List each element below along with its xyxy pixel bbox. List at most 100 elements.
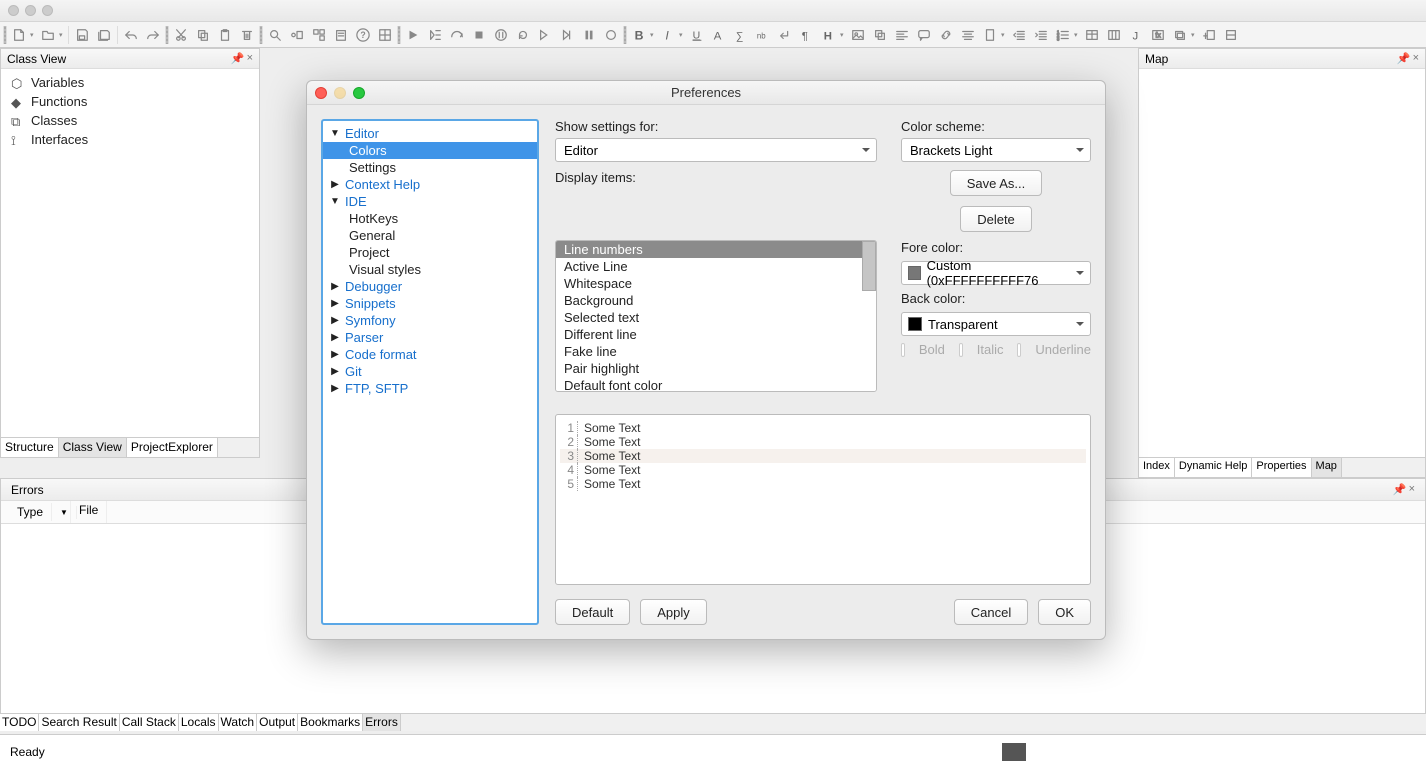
default-button[interactable]: Default xyxy=(555,599,630,625)
tree-item-editor[interactable]: ▼Editor xyxy=(323,125,537,142)
open-folder-icon[interactable] xyxy=(37,24,59,46)
link-icon[interactable] xyxy=(935,24,957,46)
bold-checkbox[interactable] xyxy=(901,343,905,357)
list-item[interactable]: Fake line xyxy=(556,343,876,360)
clipboard-manager-icon[interactable] xyxy=(330,24,352,46)
save-all-icon[interactable] xyxy=(93,24,115,46)
search-icon[interactable] xyxy=(264,24,286,46)
table-icon[interactable] xyxy=(1081,24,1103,46)
class-view-item[interactable]: ⬡Variables xyxy=(7,73,253,92)
page-icon[interactable] xyxy=(979,24,1001,46)
tab-search-result[interactable]: Search Result xyxy=(39,714,119,731)
list-item[interactable]: Default font color xyxy=(556,377,876,392)
tab-bookmarks[interactable]: Bookmarks xyxy=(298,714,363,731)
list-item[interactable]: Pair highlight xyxy=(556,360,876,377)
toolbar-grip-icon[interactable] xyxy=(397,26,401,44)
close-icon[interactable]: × xyxy=(247,52,253,65)
chevron-right-icon[interactable]: ▶ xyxy=(329,281,341,293)
toolbar-grip-icon[interactable] xyxy=(259,26,263,44)
heading-dropdown-icon[interactable]: ▾ xyxy=(840,31,847,39)
insert-column-icon[interactable] xyxy=(1198,24,1220,46)
step-out-icon[interactable] xyxy=(556,24,578,46)
nbsp-icon[interactable]: nb xyxy=(752,24,774,46)
apply-button[interactable]: Apply xyxy=(640,599,707,625)
color-scheme-select[interactable]: Brackets Light xyxy=(901,138,1091,162)
traffic-minimize-icon[interactable] xyxy=(25,5,36,16)
pin-icon[interactable]: 📌 xyxy=(1393,483,1407,496)
tree-item-code-format[interactable]: ▶Code format xyxy=(323,346,537,363)
list-item[interactable]: Different line xyxy=(556,326,876,343)
insert-row-icon[interactable] xyxy=(1220,24,1242,46)
save-icon[interactable] xyxy=(71,24,93,46)
tree-item-visual-styles[interactable]: Visual styles xyxy=(323,261,537,278)
pause-profile-icon[interactable] xyxy=(490,24,512,46)
class-view-item[interactable]: ⟟Interfaces xyxy=(7,130,253,149)
pause-icon[interactable] xyxy=(578,24,600,46)
increase-indent-icon[interactable] xyxy=(1030,24,1052,46)
class-view-item[interactable]: ⧉Classes xyxy=(7,111,253,130)
tab-project-explorer[interactable]: ProjectExplorer xyxy=(127,438,218,457)
tab-map[interactable]: Map xyxy=(1312,458,1342,477)
show-settings-select[interactable]: Editor xyxy=(555,138,877,162)
tab-watch[interactable]: Watch xyxy=(219,714,258,731)
tab-output[interactable]: Output xyxy=(257,714,298,731)
close-icon[interactable]: × xyxy=(1409,483,1415,496)
chevron-right-icon[interactable]: ▶ xyxy=(329,332,341,344)
list-item[interactable]: Line numbers xyxy=(556,241,876,258)
bold-icon[interactable]: B xyxy=(628,24,650,46)
tab-structure[interactable]: Structure xyxy=(1,438,59,457)
heading-icon[interactable]: H xyxy=(818,24,840,46)
bold-dropdown-icon[interactable]: ▾ xyxy=(650,31,657,39)
italic-dropdown-icon[interactable]: ▾ xyxy=(679,31,686,39)
close-icon[interactable] xyxy=(315,87,327,99)
tab-properties[interactable]: Properties xyxy=(1252,458,1311,477)
tree-item-git[interactable]: ▶Git xyxy=(323,363,537,380)
list-item[interactable]: Whitespace xyxy=(556,275,876,292)
list-item[interactable]: Active Line xyxy=(556,258,876,275)
align-center-icon[interactable] xyxy=(957,24,979,46)
tab-call-stack[interactable]: Call Stack xyxy=(120,714,179,731)
align-left-icon[interactable] xyxy=(891,24,913,46)
restart-icon[interactable] xyxy=(512,24,534,46)
close-icon[interactable]: × xyxy=(1413,52,1419,65)
tab-class-view[interactable]: Class View xyxy=(59,438,127,457)
class-browser-icon[interactable] xyxy=(308,24,330,46)
tree-item-snippets[interactable]: ▶Snippets xyxy=(323,295,537,312)
tree-item-ide[interactable]: ▼IDE xyxy=(323,193,537,210)
column-file[interactable]: File xyxy=(71,501,107,523)
tab-dynamic-help[interactable]: Dynamic Help xyxy=(1175,458,1252,477)
tree-item-debugger[interactable]: ▶Debugger xyxy=(323,278,537,295)
tree-item-parser[interactable]: ▶Parser xyxy=(323,329,537,346)
numbered-list-icon[interactable]: 123 xyxy=(1052,24,1074,46)
zoom-icon[interactable] xyxy=(353,87,365,99)
class-view-item[interactable]: ◆Functions xyxy=(7,92,253,111)
save-as-button[interactable]: Save As... xyxy=(950,170,1043,196)
cancel-button[interactable]: Cancel xyxy=(954,599,1028,625)
paste-icon[interactable] xyxy=(214,24,236,46)
run-icon[interactable] xyxy=(402,24,424,46)
pin-icon[interactable]: 📌 xyxy=(231,52,245,65)
delete-icon[interactable] xyxy=(236,24,258,46)
tree-item-colors[interactable]: Colors xyxy=(323,142,537,159)
list-item[interactable]: Background xyxy=(556,292,876,309)
new-file-dropdown-icon[interactable]: ▾ xyxy=(30,31,37,39)
tree-item-settings[interactable]: Settings xyxy=(323,159,537,176)
tree-item-general[interactable]: General xyxy=(323,227,537,244)
chevron-right-icon[interactable]: ▶ xyxy=(329,349,341,361)
toolbar-grip-icon[interactable] xyxy=(3,26,7,44)
stacked-dropdown-icon[interactable]: ▾ xyxy=(1191,31,1198,39)
column-type[interactable]: Type▼ xyxy=(1,501,71,523)
copy-icon[interactable] xyxy=(192,24,214,46)
delete-button[interactable]: Delete xyxy=(960,206,1032,232)
chevron-down-icon[interactable]: ▼ xyxy=(329,128,341,140)
tab-todo[interactable]: TODO xyxy=(0,714,39,731)
list-dropdown-icon[interactable]: ▾ xyxy=(1074,31,1081,39)
breakpoint-list-icon[interactable] xyxy=(286,24,308,46)
italic-checkbox[interactable] xyxy=(959,343,963,357)
chevron-right-icon[interactable]: ▶ xyxy=(329,366,341,378)
chevron-right-icon[interactable]: ▶ xyxy=(329,298,341,310)
step-into-icon[interactable] xyxy=(534,24,556,46)
traffic-close-icon[interactable] xyxy=(8,5,19,16)
debug-icon[interactable] xyxy=(424,24,446,46)
ok-button[interactable]: OK xyxy=(1038,599,1091,625)
